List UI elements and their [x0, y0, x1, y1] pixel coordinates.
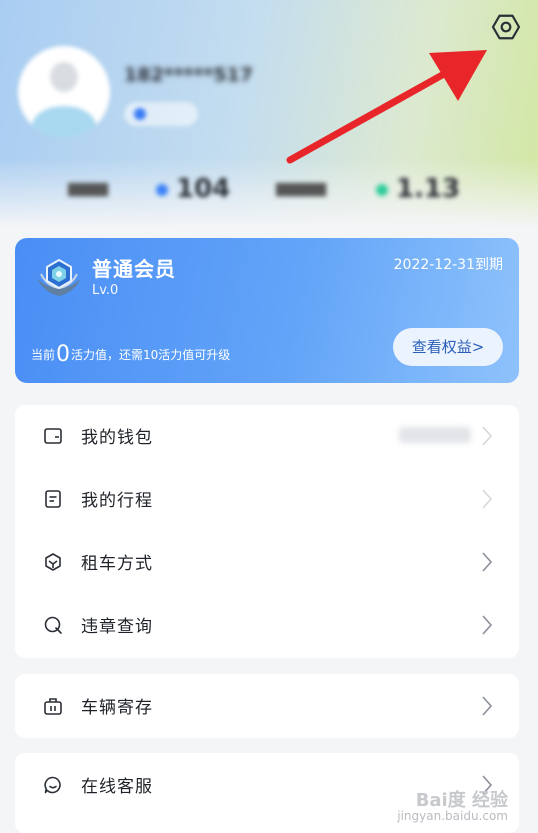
membership-title: 普通会员 [92, 257, 176, 281]
member-emblem-icon [37, 258, 81, 296]
settings-icon[interactable] [491, 12, 521, 42]
menu-item-rental-mode[interactable]: 租车方式 [15, 531, 519, 593]
wallet-icon [44, 428, 62, 444]
chevron-right-icon [482, 426, 493, 446]
watermark-brand: Bai度 经验 [415, 790, 508, 811]
watermark-url: jingyan.baidu.com [397, 809, 508, 823]
menu-item-label: 我的行程 [81, 491, 153, 511]
menu-item-trips[interactable]: 我的行程 [15, 468, 519, 530]
progress-value: 0 [56, 342, 71, 367]
menu-item-label: 违章查询 [81, 617, 153, 637]
stat-label-blurred: ▇▇▇▇▇ [276, 182, 326, 197]
trip-icon [45, 490, 61, 508]
chevron-right-icon [482, 696, 493, 716]
progress-prefix: 当前 [31, 348, 56, 362]
chevron-right-icon [482, 552, 493, 572]
vehicle-storage-icon [44, 698, 62, 715]
badge-dot [134, 108, 146, 120]
progress-suffix: 活力值，还需10活力值可升级 [71, 348, 231, 362]
baidu-jingyan-watermark: Bai度 经验 jingyan.baidu.com [397, 792, 508, 824]
membership-card[interactable]: 普通会员 Lv.0 2022-12-31到期 当前0活力值，还需10活力值可升级… [15, 238, 519, 383]
violation-search-icon [44, 616, 62, 634]
stat-dot [156, 184, 168, 196]
stat-balance[interactable]: ▇▇▇▇▇ 1.13 [276, 174, 476, 208]
chevron-right-icon [482, 489, 493, 509]
menu-card-main: 我的钱包 我的行程 租车方式 违章查询 [15, 405, 519, 658]
membership-expire-date: 2022-12-31到期 [393, 257, 503, 273]
menu-item-label: 租车方式 [81, 554, 153, 574]
menu-item-label: 在线客服 [81, 777, 153, 797]
stat-label-blurred: ▇▇▇▇ [68, 182, 108, 197]
menu-item-label: 车辆寄存 [81, 698, 153, 718]
customer-service-icon [44, 776, 61, 794]
avatar[interactable] [18, 46, 110, 138]
menu-item-violation-search[interactable]: 违章查询 [15, 594, 519, 656]
stat-points[interactable]: ▇▇▇▇ 104 [68, 174, 258, 208]
avatar-body [32, 106, 96, 138]
chevron-right-icon [482, 615, 493, 635]
wallet-value-blurred [399, 427, 471, 443]
menu-card-storage: 车辆寄存 [15, 674, 519, 738]
menu-item-label: 我的钱包 [81, 428, 153, 448]
stat-value: 1.13 [396, 174, 461, 204]
user-badge[interactable] [124, 102, 198, 126]
membership-progress: 当前0活力值，还需10活力值可升级 [31, 342, 230, 367]
stat-value: 104 [176, 174, 231, 204]
stat-dot [376, 184, 388, 196]
avatar-head [50, 62, 78, 92]
rental-mode-icon [45, 553, 61, 571]
membership-level: Lv.0 [92, 283, 119, 298]
view-benefits-button[interactable]: 查看权益> [393, 328, 503, 366]
menu-item-wallet[interactable]: 我的钱包 [15, 405, 519, 467]
menu-item-vehicle-storage[interactable]: 车辆寄存 [15, 675, 519, 737]
username[interactable]: 182*****517 [124, 62, 253, 88]
